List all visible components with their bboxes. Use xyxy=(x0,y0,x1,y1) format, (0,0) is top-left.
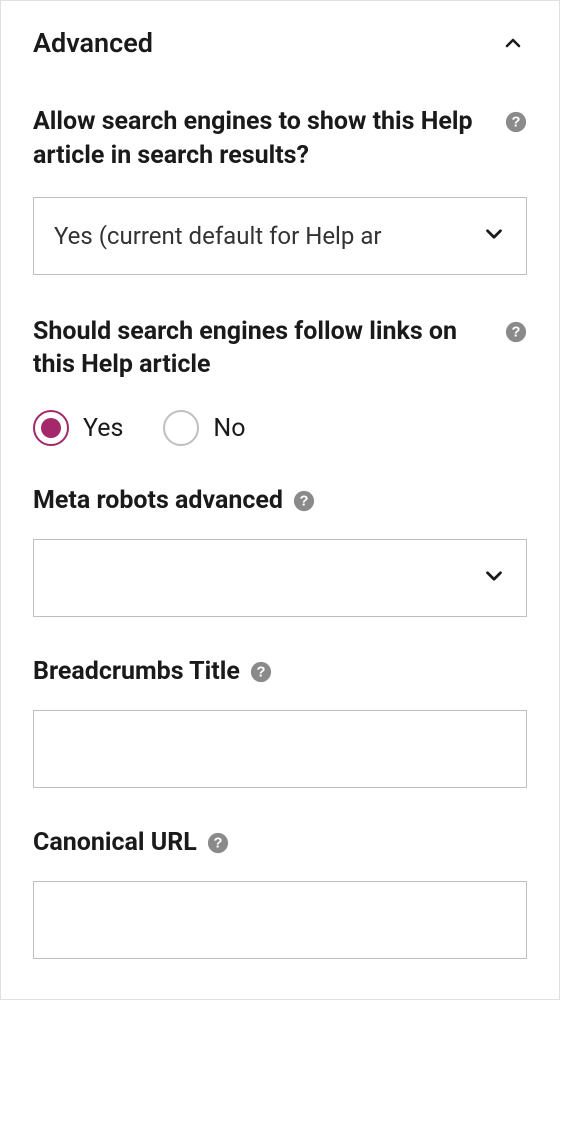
svg-text:?: ? xyxy=(213,835,222,851)
breadcrumbs-field: Breadcrumbs Title ? xyxy=(33,657,527,788)
panel-title: Advanced xyxy=(33,27,153,59)
meta-robots-label: Meta robots advanced xyxy=(33,486,283,515)
advanced-panel: Advanced Allow search engines to show th… xyxy=(0,0,560,1000)
chevron-up-icon xyxy=(499,29,527,57)
radio-selected-icon xyxy=(33,410,69,446)
help-icon[interactable]: ? xyxy=(505,321,527,343)
meta-robots-field: Meta robots advanced ? xyxy=(33,486,527,617)
radio-unselected-icon xyxy=(163,410,199,446)
follow-links-label: Should search engines follow links on th… xyxy=(33,315,493,383)
svg-text:?: ? xyxy=(299,493,308,509)
follow-links-field: Should search engines follow links on th… xyxy=(33,315,527,447)
canonical-input[interactable] xyxy=(33,881,527,959)
panel-body: Allow search engines to show this Help a… xyxy=(1,105,559,999)
help-icon[interactable]: ? xyxy=(250,661,272,683)
allow-search-field: Allow search engines to show this Help a… xyxy=(33,105,527,275)
allow-search-select[interactable]: Yes (current default for Help ar xyxy=(33,197,527,275)
radio-yes-label: Yes xyxy=(83,414,123,443)
meta-robots-select[interactable] xyxy=(33,539,527,617)
allow-search-label: Allow search engines to show this Help a… xyxy=(33,105,493,173)
help-icon[interactable]: ? xyxy=(293,490,315,512)
breadcrumbs-label: Breadcrumbs Title xyxy=(33,657,240,686)
help-icon[interactable]: ? xyxy=(207,832,229,854)
breadcrumbs-input[interactable] xyxy=(33,710,527,788)
canonical-label: Canonical URL xyxy=(33,828,197,857)
radio-no-label: No xyxy=(213,414,245,443)
canonical-field: Canonical URL ? xyxy=(33,828,527,959)
help-icon[interactable]: ? xyxy=(505,111,527,133)
svg-text:?: ? xyxy=(256,664,265,680)
follow-links-yes-radio[interactable]: Yes xyxy=(33,410,123,446)
follow-links-no-radio[interactable]: No xyxy=(163,410,245,446)
svg-text:?: ? xyxy=(512,324,521,340)
advanced-panel-header[interactable]: Advanced xyxy=(1,1,559,85)
svg-text:?: ? xyxy=(512,115,521,131)
